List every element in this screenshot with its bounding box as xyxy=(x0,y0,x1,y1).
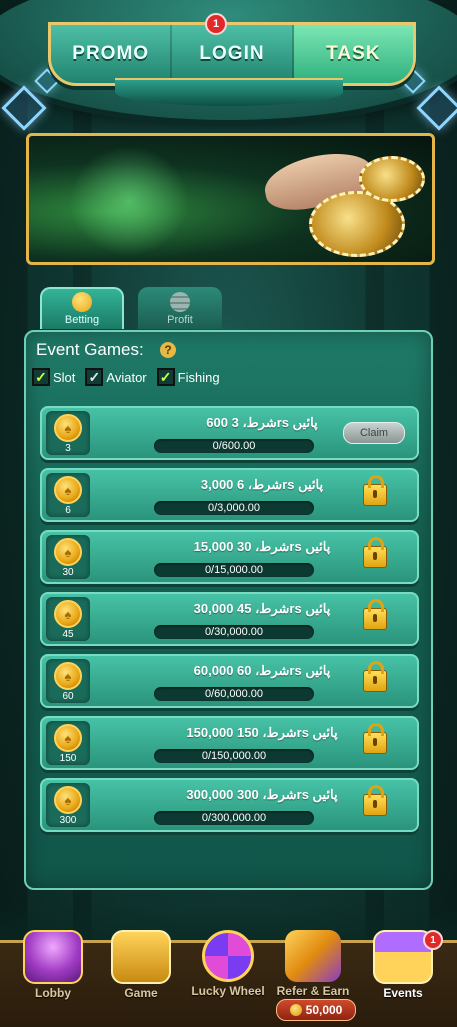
task-progress: 0/15,000.00 xyxy=(154,563,314,577)
task-title: 30,000 شرط، 45rs پائیں xyxy=(193,601,331,616)
tab-betting-label: Betting xyxy=(64,314,100,326)
nav-label: Refer & Earn xyxy=(276,984,350,998)
aurora-glow xyxy=(69,146,189,256)
coin-balance: 50,000 xyxy=(276,999,356,1021)
nav-game[interactable]: Game xyxy=(100,930,182,1000)
task-title: 3,000 شرط، 6rs پائیں xyxy=(200,477,324,492)
filter-fishing[interactable]: ✓ Fishing xyxy=(156,368,220,386)
coin-icon: ♠ xyxy=(54,724,82,752)
reward-amount: 30 xyxy=(62,567,74,578)
reward-amount: 3 xyxy=(65,443,71,454)
coin-icon: ♠ xyxy=(54,662,82,690)
task-row: ♠ 150 150,000 شرط، 150rs پائیں 0/150,000… xyxy=(40,716,419,770)
nav-label: Lucky Wheel xyxy=(191,984,265,998)
tab-promo[interactable]: PROMO xyxy=(51,25,173,83)
task-title: 150,000 شرط، 150rs پائیں xyxy=(186,725,338,740)
task-progress: 0/30,000.00 xyxy=(154,625,314,639)
task-row: ♠ 3 600 شرط، 3rs پائیں 0/600.00 Claim xyxy=(40,406,419,460)
nav-label: Events xyxy=(383,986,423,1000)
reward-coin-box: ♠ 300 xyxy=(46,783,90,827)
balance-value: 50,000 xyxy=(305,1003,343,1017)
lock-icon xyxy=(363,475,387,506)
reward-coin-box: ♠ 60 xyxy=(46,659,90,703)
filter-label: Aviator xyxy=(106,369,147,385)
filter-aviator[interactable]: ✓ Aviator xyxy=(85,368,147,386)
task-row: ♠ 30 15,000 شرط، 30rs پائیں 0/15,000.00 xyxy=(40,530,419,584)
checkbox-checked-icon[interactable]: ✓ xyxy=(156,368,175,386)
events-notification-badge: 1 xyxy=(423,930,443,950)
lock-icon xyxy=(363,537,387,568)
nav-lucky-wheel[interactable]: Lucky Wheel xyxy=(187,930,269,1000)
task-row: ♠ 300 300,000 شرط، 300rs پائیں 0/300,000… xyxy=(40,778,419,832)
task-progress: 0/600.00 xyxy=(154,439,314,453)
checkbox-checked-icon[interactable]: ✓ xyxy=(32,368,50,386)
game-filters: ✓ Slot ✓ Aviator ✓ Fishing xyxy=(32,368,220,386)
event-games-panel: Event Games: ? ✓ Slot ✓ Aviator ✓ Fishin… xyxy=(24,330,433,890)
filter-label: Fishing xyxy=(177,369,220,385)
coin-stack-icon xyxy=(170,292,190,312)
checkbox-checked-icon[interactable]: ✓ xyxy=(85,368,104,386)
panel-title: Event Games: xyxy=(36,340,144,359)
top-tabs: PROMO LOGIN TASK xyxy=(48,22,416,86)
task-progress: 0/150,000.00 xyxy=(154,749,314,763)
poker-chip-icon xyxy=(359,156,425,202)
lock-icon xyxy=(363,661,387,692)
reward-coin-box: ♠ 45 xyxy=(46,597,90,641)
nav-lobby[interactable]: Lobby xyxy=(12,930,94,1000)
reward-coin-box: ♠ 30 xyxy=(46,535,90,579)
nav-label: Lobby xyxy=(35,986,71,1000)
coin-icon: ♠ xyxy=(54,414,82,442)
task-title: 60,000 شرط، 60rs پائیں xyxy=(193,663,331,678)
task-progress: 0/3,000.00 xyxy=(154,501,314,515)
filter-slot[interactable]: ✓ Slot xyxy=(32,368,75,386)
coin-icon: ♠ xyxy=(54,600,82,628)
reward-coin-box: ♠ 3 xyxy=(46,411,90,455)
reward-amount: 300 xyxy=(59,815,77,826)
top-nav-base xyxy=(115,78,343,106)
coin-icon: ♠ xyxy=(54,476,82,504)
task-progress: 0/300,000.00 xyxy=(154,811,314,825)
reward-amount: 6 xyxy=(65,505,71,516)
task-row: ♠ 6 3,000 شرط، 6rs پائیں 0/3,000.00 xyxy=(40,468,419,522)
tab-profit[interactable]: Profit xyxy=(138,287,222,329)
help-icon[interactable]: ? xyxy=(160,342,176,358)
lucky-wheel-icon xyxy=(202,930,254,982)
task-row: ♠ 60 60,000 شرط، 60rs پائیں 0/60,000.00 xyxy=(40,654,419,708)
tab-task[interactable]: TASK xyxy=(293,25,413,83)
tab-login[interactable]: LOGIN xyxy=(172,25,294,83)
slot-machine-icon xyxy=(111,930,171,984)
lock-icon xyxy=(363,785,387,816)
diamond-decoration-icon xyxy=(416,85,457,131)
task-row: ♠ 45 30,000 شرط، 45rs پائیں 0/30,000.00 xyxy=(40,592,419,646)
coin-icon: ♠ xyxy=(54,538,82,566)
reward-amount: 60 xyxy=(62,691,74,702)
betting-chip-icon xyxy=(72,292,92,312)
reward-amount: 45 xyxy=(62,629,74,640)
task-title: 600 شرط، 3rs پائیں xyxy=(206,415,318,430)
coin-icon xyxy=(289,1004,302,1016)
task-title: 15,000 شرط، 30rs پائیں xyxy=(193,539,331,554)
claim-button[interactable]: Claim xyxy=(343,422,405,444)
login-notification-badge: 1 xyxy=(205,13,227,35)
coin-icon: ♠ xyxy=(54,786,82,814)
reward-coin-box: ♠ 6 xyxy=(46,473,90,517)
task-progress: 0/60,000.00 xyxy=(154,687,314,701)
casino-building-icon xyxy=(23,930,83,984)
tab-betting[interactable]: Betting xyxy=(40,287,124,329)
promo-banner[interactable] xyxy=(26,133,435,265)
lock-icon xyxy=(363,723,387,754)
filter-label: Slot xyxy=(53,369,76,385)
nav-label: Game xyxy=(124,986,158,1000)
task-title: 300,000 شرط، 300rs پائیں xyxy=(186,787,338,802)
reward-amount: 150 xyxy=(59,753,77,764)
nav-refer-earn[interactable]: Refer & Earn xyxy=(272,930,354,1000)
refer-earn-icon xyxy=(285,930,341,982)
lock-icon xyxy=(363,599,387,630)
tab-profit-label: Profit xyxy=(167,314,193,326)
reward-coin-box: ♠ 150 xyxy=(46,721,90,765)
